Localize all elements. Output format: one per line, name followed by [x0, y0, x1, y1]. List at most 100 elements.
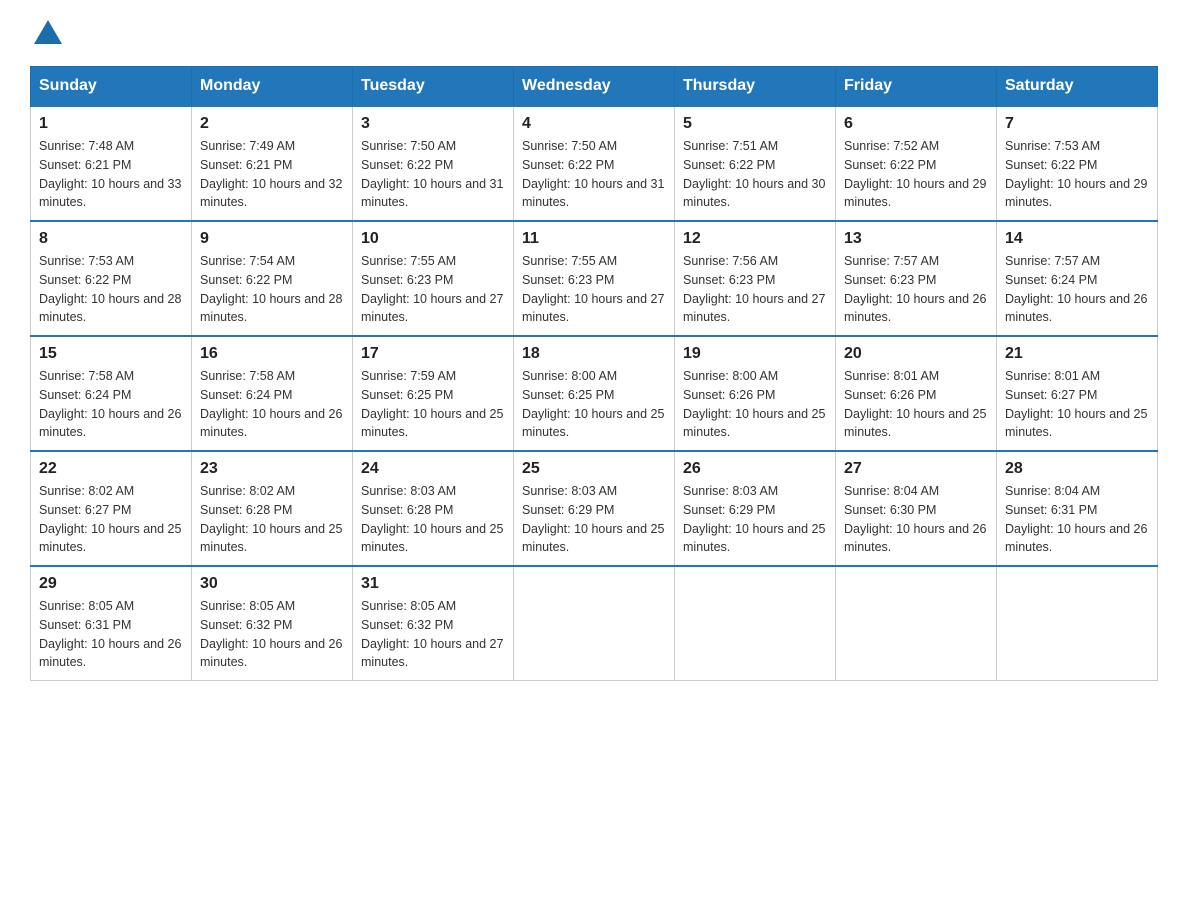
day-number: 14 — [1005, 230, 1149, 248]
day-number: 23 — [200, 460, 344, 478]
day-number: 31 — [361, 575, 505, 593]
day-info: Sunrise: 7:57 AM Sunset: 6:24 PM Dayligh… — [1005, 252, 1149, 327]
calendar-cell: 31 Sunrise: 8:05 AM Sunset: 6:32 PM Dayl… — [353, 566, 514, 681]
day-number: 17 — [361, 345, 505, 363]
day-number: 10 — [361, 230, 505, 248]
calendar-cell — [836, 566, 997, 681]
calendar-cell: 8 Sunrise: 7:53 AM Sunset: 6:22 PM Dayli… — [31, 221, 192, 336]
day-info: Sunrise: 7:53 AM Sunset: 6:22 PM Dayligh… — [1005, 137, 1149, 212]
calendar-week-1: 1 Sunrise: 7:48 AM Sunset: 6:21 PM Dayli… — [31, 106, 1158, 221]
calendar-cell: 25 Sunrise: 8:03 AM Sunset: 6:29 PM Dayl… — [514, 451, 675, 566]
day-number: 3 — [361, 115, 505, 133]
day-info: Sunrise: 7:58 AM Sunset: 6:24 PM Dayligh… — [200, 367, 344, 442]
weekday-header-thursday: Thursday — [675, 67, 836, 107]
calendar-cell: 18 Sunrise: 8:00 AM Sunset: 6:25 PM Dayl… — [514, 336, 675, 451]
weekday-header-sunday: Sunday — [31, 67, 192, 107]
day-info: Sunrise: 8:05 AM Sunset: 6:32 PM Dayligh… — [200, 597, 344, 672]
day-info: Sunrise: 7:55 AM Sunset: 6:23 PM Dayligh… — [361, 252, 505, 327]
day-number: 25 — [522, 460, 666, 478]
weekday-header-monday: Monday — [192, 67, 353, 107]
day-info: Sunrise: 8:01 AM Sunset: 6:26 PM Dayligh… — [844, 367, 988, 442]
day-number: 11 — [522, 230, 666, 248]
logo-triangle-icon — [34, 20, 62, 44]
day-info: Sunrise: 7:50 AM Sunset: 6:22 PM Dayligh… — [361, 137, 505, 212]
day-number: 28 — [1005, 460, 1149, 478]
day-number: 21 — [1005, 345, 1149, 363]
day-number: 27 — [844, 460, 988, 478]
day-info: Sunrise: 7:56 AM Sunset: 6:23 PM Dayligh… — [683, 252, 827, 327]
calendar-week-3: 15 Sunrise: 7:58 AM Sunset: 6:24 PM Dayl… — [31, 336, 1158, 451]
calendar-cell: 23 Sunrise: 8:02 AM Sunset: 6:28 PM Dayl… — [192, 451, 353, 566]
day-info: Sunrise: 7:59 AM Sunset: 6:25 PM Dayligh… — [361, 367, 505, 442]
day-number: 9 — [200, 230, 344, 248]
calendar-week-2: 8 Sunrise: 7:53 AM Sunset: 6:22 PM Dayli… — [31, 221, 1158, 336]
day-info: Sunrise: 8:03 AM Sunset: 6:29 PM Dayligh… — [683, 482, 827, 557]
calendar-cell: 10 Sunrise: 7:55 AM Sunset: 6:23 PM Dayl… — [353, 221, 514, 336]
day-number: 26 — [683, 460, 827, 478]
calendar-cell: 9 Sunrise: 7:54 AM Sunset: 6:22 PM Dayli… — [192, 221, 353, 336]
day-info: Sunrise: 8:04 AM Sunset: 6:31 PM Dayligh… — [1005, 482, 1149, 557]
calendar-cell: 12 Sunrise: 7:56 AM Sunset: 6:23 PM Dayl… — [675, 221, 836, 336]
day-number: 5 — [683, 115, 827, 133]
calendar-cell: 4 Sunrise: 7:50 AM Sunset: 6:22 PM Dayli… — [514, 106, 675, 221]
day-info: Sunrise: 8:03 AM Sunset: 6:28 PM Dayligh… — [361, 482, 505, 557]
calendar-cell: 16 Sunrise: 7:58 AM Sunset: 6:24 PM Dayl… — [192, 336, 353, 451]
day-info: Sunrise: 8:02 AM Sunset: 6:28 PM Dayligh… — [200, 482, 344, 557]
day-info: Sunrise: 7:49 AM Sunset: 6:21 PM Dayligh… — [200, 137, 344, 212]
day-info: Sunrise: 7:50 AM Sunset: 6:22 PM Dayligh… — [522, 137, 666, 212]
calendar-cell: 24 Sunrise: 8:03 AM Sunset: 6:28 PM Dayl… — [353, 451, 514, 566]
day-number: 6 — [844, 115, 988, 133]
day-info: Sunrise: 8:03 AM Sunset: 6:29 PM Dayligh… — [522, 482, 666, 557]
day-info: Sunrise: 8:01 AM Sunset: 6:27 PM Dayligh… — [1005, 367, 1149, 442]
day-info: Sunrise: 7:51 AM Sunset: 6:22 PM Dayligh… — [683, 137, 827, 212]
day-info: Sunrise: 7:58 AM Sunset: 6:24 PM Dayligh… — [39, 367, 183, 442]
calendar-cell: 19 Sunrise: 8:00 AM Sunset: 6:26 PM Dayl… — [675, 336, 836, 451]
weekday-header-tuesday: Tuesday — [353, 67, 514, 107]
weekday-header-saturday: Saturday — [997, 67, 1158, 107]
calendar-body: 1 Sunrise: 7:48 AM Sunset: 6:21 PM Dayli… — [31, 106, 1158, 681]
calendar-cell — [997, 566, 1158, 681]
day-number: 12 — [683, 230, 827, 248]
day-info: Sunrise: 7:53 AM Sunset: 6:22 PM Dayligh… — [39, 252, 183, 327]
calendar-cell — [675, 566, 836, 681]
calendar-cell: 14 Sunrise: 7:57 AM Sunset: 6:24 PM Dayl… — [997, 221, 1158, 336]
day-number: 13 — [844, 230, 988, 248]
calendar-cell: 21 Sunrise: 8:01 AM Sunset: 6:27 PM Dayl… — [997, 336, 1158, 451]
calendar-cell: 15 Sunrise: 7:58 AM Sunset: 6:24 PM Dayl… — [31, 336, 192, 451]
day-info: Sunrise: 8:00 AM Sunset: 6:26 PM Dayligh… — [683, 367, 827, 442]
calendar-cell: 20 Sunrise: 8:01 AM Sunset: 6:26 PM Dayl… — [836, 336, 997, 451]
day-number: 18 — [522, 345, 666, 363]
day-number: 20 — [844, 345, 988, 363]
calendar-cell: 17 Sunrise: 7:59 AM Sunset: 6:25 PM Dayl… — [353, 336, 514, 451]
day-number: 4 — [522, 115, 666, 133]
weekday-header-friday: Friday — [836, 67, 997, 107]
day-info: Sunrise: 8:04 AM Sunset: 6:30 PM Dayligh… — [844, 482, 988, 557]
day-number: 29 — [39, 575, 183, 593]
day-info: Sunrise: 8:02 AM Sunset: 6:27 PM Dayligh… — [39, 482, 183, 557]
calendar-cell: 28 Sunrise: 8:04 AM Sunset: 6:31 PM Dayl… — [997, 451, 1158, 566]
calendar-cell: 11 Sunrise: 7:55 AM Sunset: 6:23 PM Dayl… — [514, 221, 675, 336]
weekday-header-wednesday: Wednesday — [514, 67, 675, 107]
day-number: 24 — [361, 460, 505, 478]
calendar-week-4: 22 Sunrise: 8:02 AM Sunset: 6:27 PM Dayl… — [31, 451, 1158, 566]
calendar-cell — [514, 566, 675, 681]
day-info: Sunrise: 7:57 AM Sunset: 6:23 PM Dayligh… — [844, 252, 988, 327]
calendar-cell: 30 Sunrise: 8:05 AM Sunset: 6:32 PM Dayl… — [192, 566, 353, 681]
calendar-cell: 29 Sunrise: 8:05 AM Sunset: 6:31 PM Dayl… — [31, 566, 192, 681]
calendar-header: SundayMondayTuesdayWednesdayThursdayFrid… — [31, 67, 1158, 107]
calendar-table: SundayMondayTuesdayWednesdayThursdayFrid… — [30, 66, 1158, 681]
day-number: 22 — [39, 460, 183, 478]
day-number: 1 — [39, 115, 183, 133]
day-number: 30 — [200, 575, 344, 593]
calendar-cell: 22 Sunrise: 8:02 AM Sunset: 6:27 PM Dayl… — [31, 451, 192, 566]
calendar-cell: 7 Sunrise: 7:53 AM Sunset: 6:22 PM Dayli… — [997, 106, 1158, 221]
day-info: Sunrise: 7:52 AM Sunset: 6:22 PM Dayligh… — [844, 137, 988, 212]
calendar-cell: 26 Sunrise: 8:03 AM Sunset: 6:29 PM Dayl… — [675, 451, 836, 566]
calendar-cell: 2 Sunrise: 7:49 AM Sunset: 6:21 PM Dayli… — [192, 106, 353, 221]
day-number: 8 — [39, 230, 183, 248]
calendar-week-5: 29 Sunrise: 8:05 AM Sunset: 6:31 PM Dayl… — [31, 566, 1158, 681]
page-header — [30, 20, 1158, 46]
day-info: Sunrise: 7:54 AM Sunset: 6:22 PM Dayligh… — [200, 252, 344, 327]
day-number: 7 — [1005, 115, 1149, 133]
calendar-cell: 5 Sunrise: 7:51 AM Sunset: 6:22 PM Dayli… — [675, 106, 836, 221]
